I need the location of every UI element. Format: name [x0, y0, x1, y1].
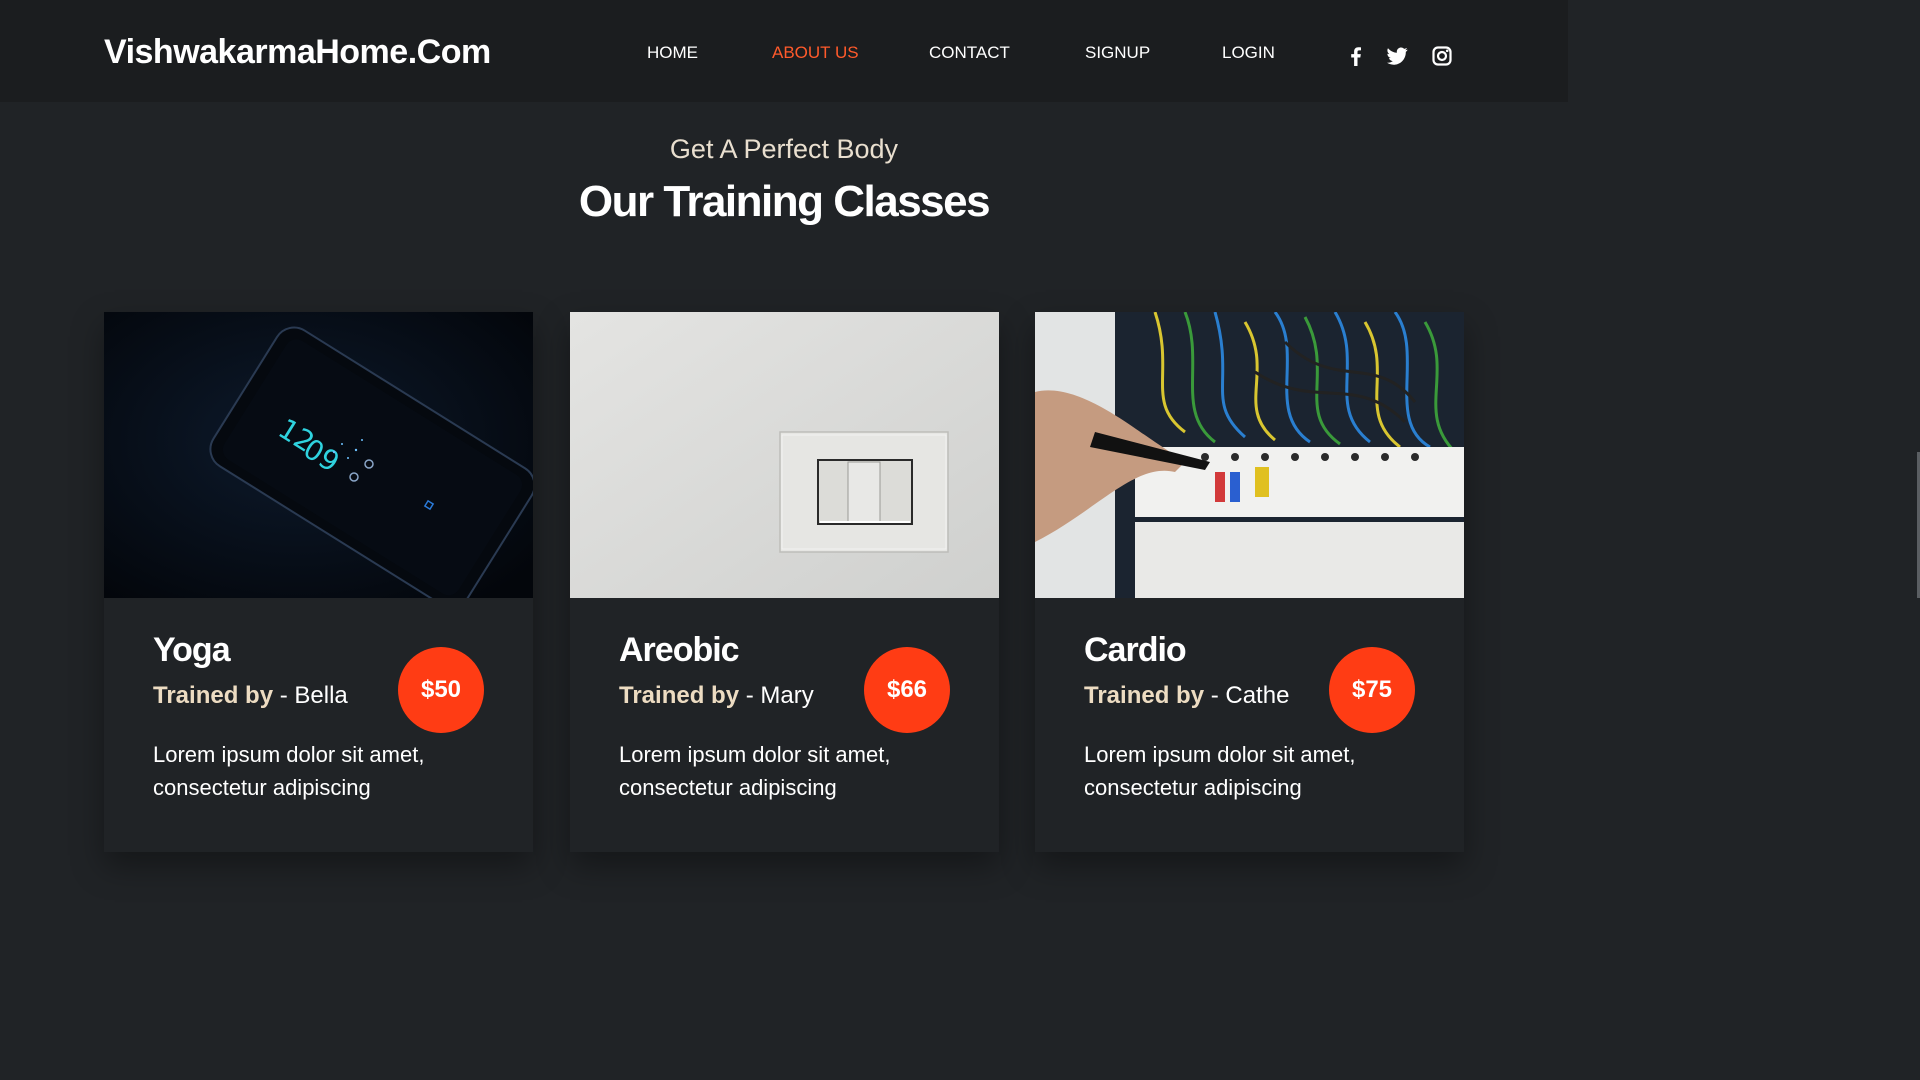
nav-signup[interactable]: SIGNUP [1085, 42, 1150, 64]
trainer-line: Trained by - Bella [153, 680, 348, 712]
price-badge: $50 [398, 647, 484, 733]
class-description: Lorem ipsum dolor sit amet, consectetur … [153, 742, 425, 800]
class-description: Lorem ipsum dolor sit amet, consectetur … [1084, 742, 1356, 800]
nav-home[interactable]: HOME [647, 42, 698, 64]
site-logo[interactable]: VishwakarmaHome.Com [104, 30, 491, 74]
electrical-panel-photo [1035, 312, 1464, 598]
navbar: VishwakarmaHome.Com HOME ABOUT US CONTAC… [0, 0, 1568, 102]
trainer-separator: - [1204, 682, 1226, 709]
trainer-label: Trained by [619, 682, 740, 709]
twitter-icon[interactable] [1385, 44, 1409, 68]
section-subtitle: Get A Perfect Body [669, 134, 899, 164]
price-badge: $66 [864, 647, 950, 733]
trainer-name: Bella [294, 682, 348, 709]
trainer-line: Trained by - Cathe [1084, 680, 1289, 712]
section-title: Our Training Classes [578, 177, 991, 226]
trainer-label: Trained by [1084, 682, 1205, 709]
trainer-line: Trained by - Mary [619, 680, 814, 712]
class-title: Yoga [153, 631, 231, 669]
nav-about-us[interactable]: ABOUT US [772, 42, 859, 64]
nav-contact[interactable]: CONTACT [929, 42, 1010, 64]
facebook-icon[interactable] [1344, 44, 1368, 68]
class-card-cardio[interactable]: Cardio Trained by - Cathe $75 Lorem ipsu… [1035, 312, 1464, 852]
trainer-label: Trained by [153, 682, 274, 709]
nav-login[interactable]: LOGIN [1222, 42, 1275, 64]
class-title: Cardio [1084, 631, 1187, 669]
instagram-icon[interactable] [1430, 44, 1454, 68]
smartphone-photo: 12 09 [104, 312, 533, 598]
trainer-name: Cathe [1225, 682, 1290, 709]
price-badge: $75 [1329, 647, 1415, 733]
trainer-separator: - [273, 682, 295, 709]
class-description: Lorem ipsum dolor sit amet, consectetur … [619, 742, 891, 800]
light-switch-photo [570, 312, 999, 598]
trainer-name: Mary [760, 682, 814, 709]
class-card-yoga[interactable]: 12 09 Yoga Trained by - Bella $50 Lorem … [104, 312, 533, 852]
class-card-areobic[interactable]: Areobic Trained by - Mary $66 Lorem ipsu… [570, 312, 999, 852]
class-title: Areobic [619, 631, 740, 669]
trainer-separator: - [739, 682, 761, 709]
